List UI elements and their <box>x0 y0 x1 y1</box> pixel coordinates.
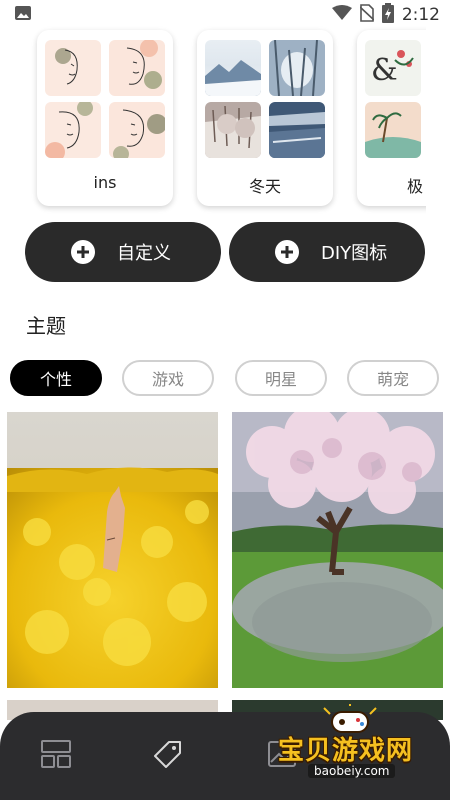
custom-button-label: 自定义 <box>117 243 171 264</box>
ampersand-floral-thumbnail: & <box>365 40 421 96</box>
watermark-title: 宝贝游戏网 <box>278 736 414 766</box>
blossom-tree-image <box>232 412 443 688</box>
status-time: 2:12 <box>401 5 440 25</box>
palm-beach-thumbnail <box>365 102 421 158</box>
nav-tags[interactable] <box>148 734 188 774</box>
yellow-flower-field-image <box>7 412 218 688</box>
line-art-face-thumbnail <box>109 40 165 96</box>
theme-card-yellow-flowers[interactable] <box>7 412 218 688</box>
status-icons: 2:12 <box>331 3 440 27</box>
icon-pack-card-ins[interactable]: ins <box>37 30 173 206</box>
nav-home[interactable] <box>36 734 76 774</box>
watermark-url: baobeiy.com <box>308 764 396 778</box>
icon-pack-card-minimal[interactable]: & 极 <box>357 30 426 206</box>
plus-circle-icon <box>275 240 299 264</box>
icon-pack-preview-grid <box>205 40 325 160</box>
layout-grid-icon <box>41 740 71 768</box>
svg-text:&: & <box>371 53 398 88</box>
image-icon <box>14 4 32 26</box>
wifi-icon <box>331 5 352 25</box>
category-chip-stars[interactable]: 明星 <box>235 360 327 396</box>
category-chip-personality[interactable]: 个性 <box>10 360 102 396</box>
icon-pack-preview-grid <box>45 40 165 160</box>
snowy-mountain-thumbnail <box>205 40 261 96</box>
line-art-face-thumbnail <box>45 102 101 158</box>
icon-pack-card-winter[interactable]: 冬天 <box>197 30 333 206</box>
snowy-lake-thumbnail <box>269 102 325 158</box>
line-art-face-thumbnail <box>109 102 165 158</box>
custom-button[interactable]: 自定义 <box>25 222 221 282</box>
icon-pack-name: ins <box>93 173 117 192</box>
battery-charging-icon <box>381 3 394 27</box>
icon-pack-carousel[interactable]: ins 冬天 & 极 <box>0 26 426 214</box>
icon-pack-preview-grid: & <box>365 40 426 160</box>
snowy-forest-thumbnail <box>269 40 325 96</box>
category-chip-pets[interactable]: 萌宠 <box>347 360 439 396</box>
tag-icon <box>154 741 181 768</box>
theme-card-blossom-tree[interactable] <box>232 412 443 688</box>
line-art-face-thumbnail <box>45 40 101 96</box>
icon-pack-name: 极 <box>407 177 424 196</box>
site-watermark: 宝贝游戏网 baobeiy.com <box>268 704 440 784</box>
frosted-trees-thumbnail <box>205 102 261 158</box>
plus-circle-icon <box>71 240 95 264</box>
no-sim-icon <box>359 4 375 26</box>
themes-section-title: 主题 <box>26 314 66 338</box>
category-chip-games[interactable]: 游戏 <box>122 360 214 396</box>
diy-icon-button-label: DIY图标 <box>321 243 388 264</box>
diy-icon-button[interactable]: DIY图标 <box>229 222 425 282</box>
icon-pack-name: 冬天 <box>248 177 281 196</box>
